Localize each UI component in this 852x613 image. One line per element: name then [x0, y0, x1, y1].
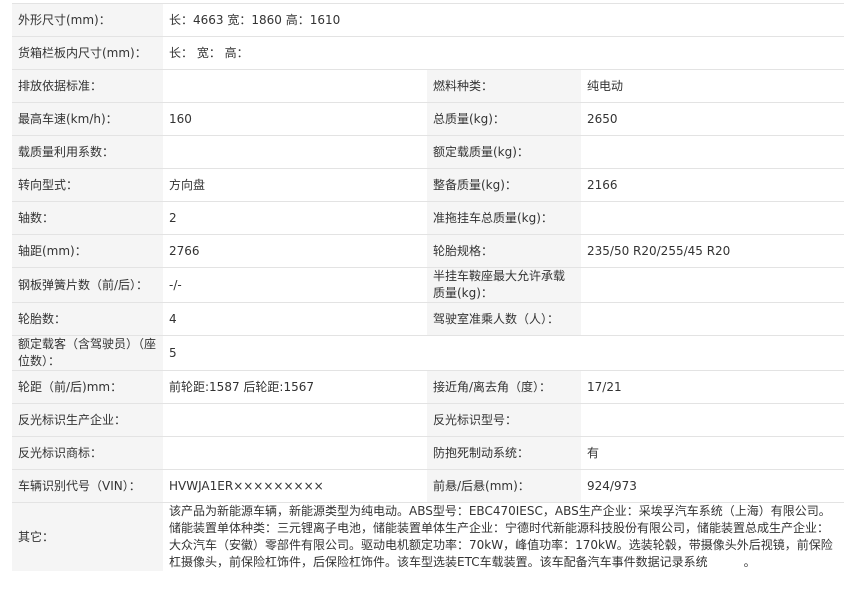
- spec-value-other: 该产品为新能源车辆，新能源类型为纯电动。ABS型号：EBC470IESC，ABS…: [163, 502, 845, 571]
- spec-value-tire-count: 4: [163, 302, 427, 336]
- spec-label-trailer-mass: 准拖挂车总质量(kg)：: [427, 201, 581, 235]
- spec-value-emission-standard: [163, 69, 427, 103]
- vehicle-spec-table: 外形尺寸(mm)： 长：4663 宽：1860 高：1610 货箱栏板内尺寸(m…: [12, 3, 845, 571]
- spec-value-load-utilization: [163, 135, 427, 169]
- spec-label-wheelbase: 轴距(mm)：: [12, 234, 163, 268]
- spec-label-cargo-box-size: 货箱栏板内尺寸(mm)：: [12, 36, 163, 70]
- spec-value-cab-capacity: [581, 302, 845, 336]
- spec-value-trailer-mass: [581, 201, 845, 235]
- spec-label-tire-spec: 轮胎规格：: [427, 234, 581, 268]
- spec-label-dimensions: 外形尺寸(mm)：: [12, 3, 163, 37]
- spec-label-load-utilization: 载质量利用系数：: [12, 135, 163, 169]
- spec-label-steering: 转向型式：: [12, 168, 163, 202]
- spec-value-vin: HVWJA1ER×××××××××: [163, 469, 427, 503]
- spec-value-reflector-brand: [163, 436, 427, 470]
- spec-value-tire-spec: 235/50 R20/255/45 R20: [581, 234, 845, 268]
- spec-value-saddle-load: [581, 267, 845, 303]
- spec-value-dimensions: 长：4663 宽：1860 高：1610: [163, 3, 845, 37]
- spec-label-curb-mass: 整备质量(kg)：: [427, 168, 581, 202]
- spec-value-reflector-maker: [163, 403, 427, 437]
- spec-value-overhang: 924/973: [581, 469, 845, 503]
- spec-label-max-speed: 最高车速(km/h)：: [12, 102, 163, 136]
- spec-value-steering: 方向盘: [163, 168, 427, 202]
- spec-label-reflector-maker: 反光标识生产企业：: [12, 403, 163, 437]
- table-row: 轴数： 2 准拖挂车总质量(kg)：: [12, 201, 845, 235]
- spec-label-tire-count: 轮胎数：: [12, 302, 163, 336]
- spec-label-abs: 防抱死制动系统：: [427, 436, 581, 470]
- spec-label-reflector-brand: 反光标识商标：: [12, 436, 163, 470]
- spec-label-saddle-load: 半挂车鞍座最大允许承载质量(kg)：: [427, 267, 581, 303]
- spec-value-axle-count: 2: [163, 201, 427, 235]
- spec-label-track-width: 轮距（前/后)mm：: [12, 370, 163, 404]
- spec-value-approach-departure: 17/21: [581, 370, 845, 404]
- table-row: 反光标识生产企业： 反光标识型号：: [12, 403, 845, 437]
- table-row: 额定载客（含驾驶员）（座位数）： 5: [12, 335, 845, 371]
- spec-label-fuel-type: 燃料种类：: [427, 69, 581, 103]
- spec-value-curb-mass: 2166: [581, 168, 845, 202]
- spec-value-track-width: 前轮距:1587 后轮距:1567: [163, 370, 427, 404]
- spec-value-seating: 5: [163, 335, 845, 371]
- spec-label-vin: 车辆识别代号（VIN）：: [12, 469, 163, 503]
- spec-value-fuel-type: 纯电动: [581, 69, 845, 103]
- spec-value-abs: 有: [581, 436, 845, 470]
- table-row: 反光标识商标： 防抱死制动系统： 有: [12, 436, 845, 470]
- table-row: 轮胎数： 4 驾驶室准乘人数（人）：: [12, 302, 845, 336]
- table-row: 转向型式： 方向盘 整备质量(kg)： 2166: [12, 168, 845, 202]
- spec-value-max-speed: 160: [163, 102, 427, 136]
- spec-value-leaf-springs: -/-: [163, 267, 427, 303]
- table-row: 轴距(mm)： 2766 轮胎规格： 235/50 R20/255/45 R20: [12, 234, 845, 268]
- spec-label-axle-count: 轴数：: [12, 201, 163, 235]
- table-row: 车辆识别代号（VIN）： HVWJA1ER××××××××× 前悬/后悬(mm)…: [12, 469, 845, 503]
- spec-value-rated-load: [581, 135, 845, 169]
- spec-value-wheelbase: 2766: [163, 234, 427, 268]
- table-row: 钢板弹簧片数（前/后）： -/- 半挂车鞍座最大允许承载质量(kg)：: [12, 267, 845, 303]
- spec-label-emission-standard: 排放依据标准：: [12, 69, 163, 103]
- spec-label-approach-departure: 接近角/离去角（度）：: [427, 370, 581, 404]
- table-row: 外形尺寸(mm)： 长：4663 宽：1860 高：1610: [12, 3, 845, 37]
- table-row: 其它： 该产品为新能源车辆，新能源类型为纯电动。ABS型号：EBC470IESC…: [12, 502, 845, 571]
- spec-value-cargo-box-size: 长： 宽： 高：: [163, 36, 845, 70]
- spec-label-reflector-model: 反光标识型号：: [427, 403, 581, 437]
- spec-label-gross-mass: 总质量(kg)：: [427, 102, 581, 136]
- spec-label-rated-load: 额定载质量(kg)：: [427, 135, 581, 169]
- spec-label-leaf-springs: 钢板弹簧片数（前/后）：: [12, 267, 163, 303]
- table-row: 最高车速(km/h)： 160 总质量(kg)： 2650: [12, 102, 845, 136]
- spec-value-reflector-model: [581, 403, 845, 437]
- table-row: 轮距（前/后)mm： 前轮距:1587 后轮距:1567 接近角/离去角（度）：…: [12, 370, 845, 404]
- table-row: 载质量利用系数： 额定载质量(kg)：: [12, 135, 845, 169]
- table-row: 货箱栏板内尺寸(mm)： 长： 宽： 高：: [12, 36, 845, 70]
- spec-label-overhang: 前悬/后悬(mm)：: [427, 469, 581, 503]
- spec-label-seating: 额定载客（含驾驶员）（座位数）：: [12, 335, 163, 371]
- spec-label-cab-capacity: 驾驶室准乘人数（人）：: [427, 302, 581, 336]
- table-row: 排放依据标准： 燃料种类： 纯电动: [12, 69, 845, 103]
- spec-value-gross-mass: 2650: [581, 102, 845, 136]
- spec-label-other: 其它：: [12, 502, 163, 571]
